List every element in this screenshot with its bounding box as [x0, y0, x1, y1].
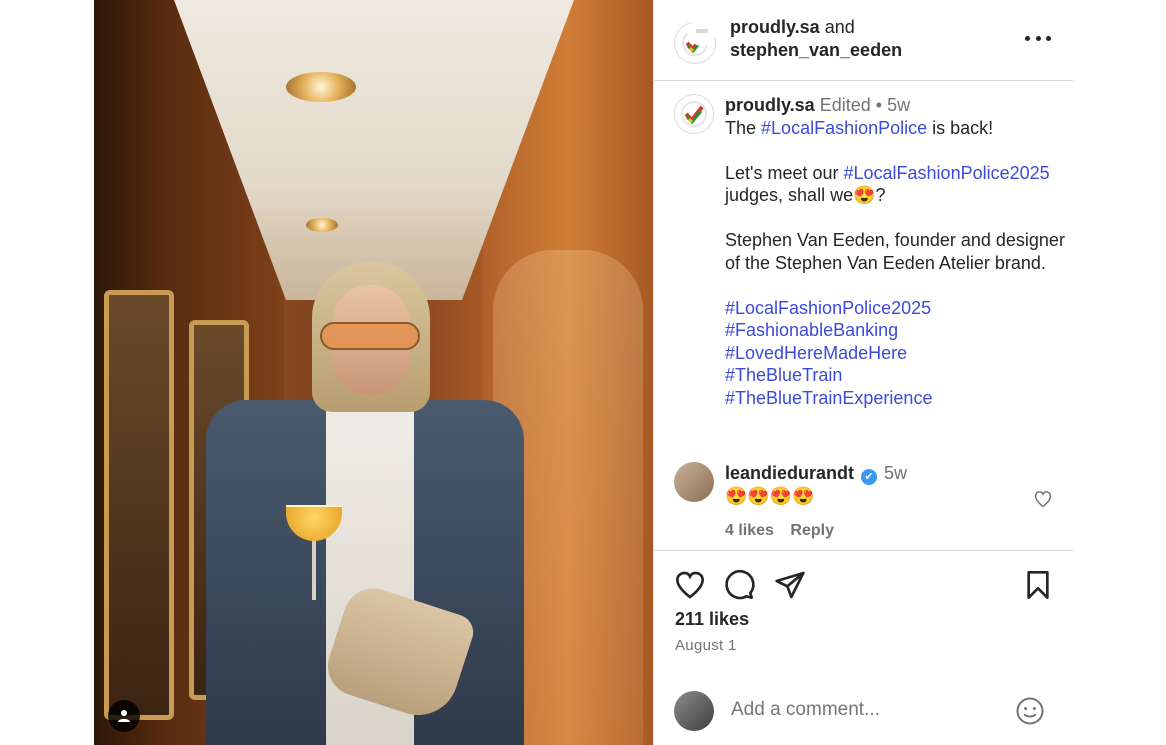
- add-comment-row: [654, 681, 1073, 741]
- post-actions: 211 likes August 1: [654, 550, 1073, 745]
- edited-label: Edited: [819, 95, 871, 115]
- user-icon: [118, 710, 130, 722]
- author-username-1[interactable]: proudly.sa: [730, 17, 820, 37]
- comment-input[interactable]: [731, 699, 991, 721]
- comment-item: leandiedurandt ✔ 5w 😍😍😍😍 4 likes Reply: [654, 462, 1073, 548]
- sunglasses: [320, 322, 420, 350]
- like-heart-icon[interactable]: [674, 569, 706, 601]
- post-date: August 1: [675, 637, 737, 654]
- avatar-mark-icon: [696, 29, 708, 33]
- train-window: [104, 290, 174, 720]
- proudly-sa-logo-icon: [681, 101, 707, 127]
- caption-body: proudly.sa Edited • 5w The #LocalFashion…: [725, 94, 1065, 409]
- caption-text: judges, shall we😍?: [725, 185, 886, 205]
- like-comment-heart-icon[interactable]: [1033, 489, 1053, 509]
- share-send-icon[interactable]: [774, 569, 806, 601]
- reply-button[interactable]: Reply: [790, 522, 834, 539]
- comment-meta: 4 likes Reply: [725, 522, 846, 540]
- hashtag-link[interactable]: #TheBlueTrain: [725, 364, 1065, 387]
- caption-text: is back!: [927, 117, 994, 138]
- save-bookmark-icon[interactable]: [1022, 569, 1054, 601]
- caption-text: Let's meet our: [725, 162, 844, 183]
- hashtag-link[interactable]: #LocalFashionPolice: [761, 118, 927, 138]
- glass-stem: [312, 540, 316, 600]
- more-dot: [1046, 35, 1051, 41]
- person-jacket: [206, 400, 326, 745]
- stephen-van-eeden-avatar[interactable]: [688, 18, 716, 46]
- post-photo[interactable]: [94, 0, 653, 745]
- separator-dot: •: [875, 95, 883, 115]
- comment-text: 😍😍😍😍: [725, 486, 815, 506]
- post-time: 5w: [887, 95, 911, 115]
- likes-count[interactable]: 211 likes: [675, 609, 749, 630]
- caption-username[interactable]: proudly.sa: [725, 95, 815, 115]
- ceiling-lamp: [286, 72, 356, 102]
- post-authors: proudly.sa and stephen_van_eeden: [730, 16, 902, 62]
- comment-time: 5w: [884, 463, 908, 483]
- caption-author-avatar[interactable]: [674, 94, 714, 134]
- hashtag-link[interactable]: #LocalFashionPolice2025: [725, 297, 1065, 320]
- comment-body: leandiedurandt ✔ 5w 😍😍😍😍: [725, 462, 907, 508]
- comment-bubble-icon[interactable]: [723, 569, 755, 601]
- more-dot: [1035, 35, 1041, 41]
- tagged-users-button[interactable]: [108, 700, 140, 732]
- hashtag-link[interactable]: #FashionableBanking: [725, 319, 1065, 342]
- caption-paragraph: Stephen Van Eeden, founder and designer …: [725, 230, 1065, 273]
- author-username-2[interactable]: stephen_van_eeden: [730, 40, 902, 60]
- current-user-avatar: [674, 691, 714, 731]
- post-panel: proudly.sa and stephen_van_eeden proudly…: [653, 0, 1073, 745]
- and-text: and: [824, 17, 855, 37]
- more-options-button[interactable]: [1025, 28, 1051, 48]
- commenter-avatar[interactable]: [674, 462, 714, 502]
- hashtag-link[interactable]: #LovedHereMadeHere: [725, 342, 1065, 365]
- verified-badge-icon: ✔: [861, 469, 878, 485]
- caption-text: The: [725, 117, 762, 138]
- more-dot: [1025, 35, 1030, 41]
- comment-likes-link[interactable]: 4 likes: [725, 522, 774, 539]
- ceiling-lamp: [306, 218, 338, 232]
- hashtag-link[interactable]: #LocalFashionPolice2025: [844, 163, 1050, 183]
- emoji-smiley-icon[interactable]: [1015, 696, 1045, 726]
- post-header: proudly.sa and stephen_van_eeden: [654, 0, 1073, 81]
- hashtag-link[interactable]: #TheBlueTrainExperience: [725, 387, 1065, 410]
- commenter-username[interactable]: leandiedurandt: [725, 463, 854, 483]
